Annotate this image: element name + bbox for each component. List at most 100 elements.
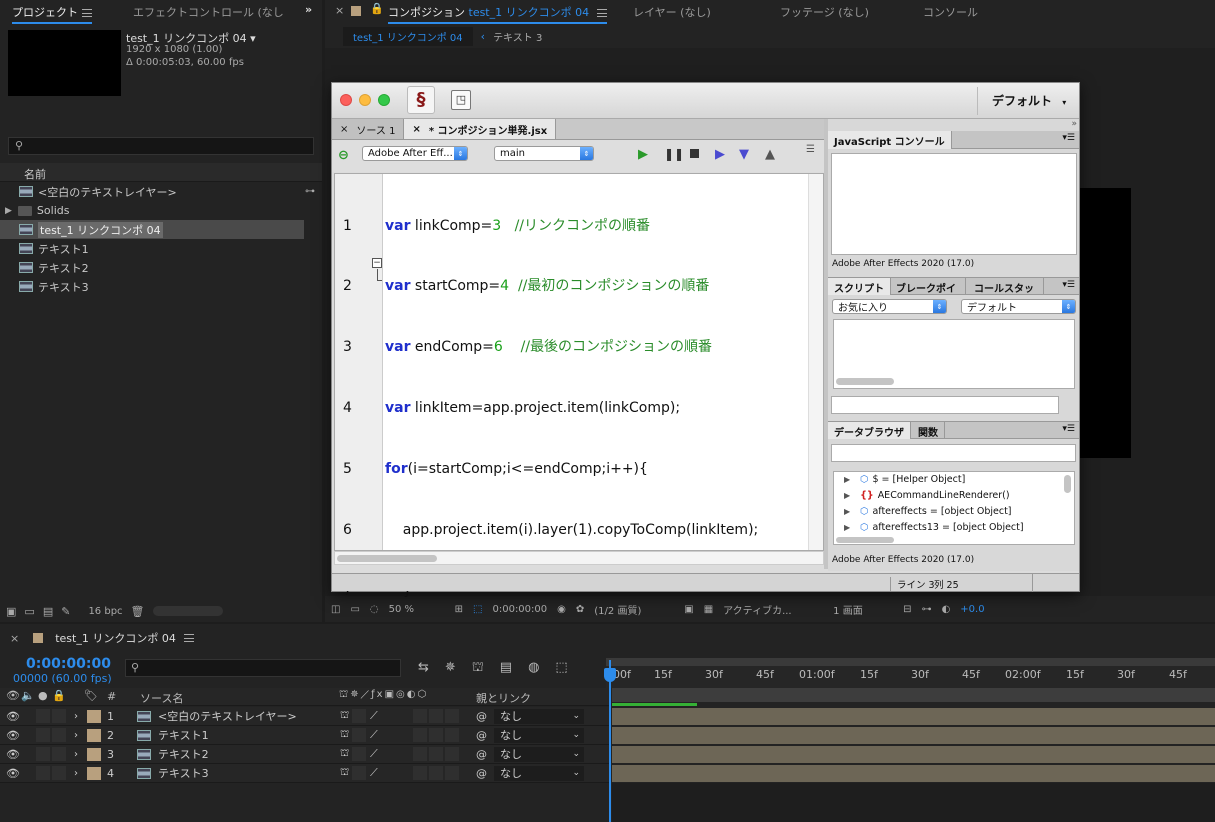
layer-name[interactable]: テキスト3	[158, 765, 209, 781]
effect-switch[interactable]	[413, 709, 427, 723]
step-out-icon[interactable]: ▲	[765, 147, 775, 162]
data-list-vscroll-thumb[interactable]	[1064, 475, 1071, 493]
tab-script[interactable]: スクリプト	[828, 278, 891, 295]
parent-select[interactable]: なし ⌄	[494, 708, 584, 724]
exposure-value[interactable]: +0.0	[960, 604, 984, 615]
stop-icon[interactable]	[690, 149, 699, 158]
playhead-handle[interactable]	[604, 668, 616, 682]
workspace-select[interactable]: デフォルト ▾	[977, 87, 1077, 115]
expand-arrow-icon[interactable]: ›	[74, 711, 78, 722]
lock-icon[interactable]: 🔒	[52, 689, 66, 702]
effect-controls-tab[interactable]: エフェクトコントロール (なし	[133, 4, 284, 20]
console-tab[interactable]: コンソール	[923, 4, 978, 20]
anchor-switch-icon[interactable]: ⛫	[340, 710, 349, 723]
project-search-input[interactable]: ⚲	[8, 137, 314, 155]
quality-switch-icon[interactable]: ⟋	[370, 709, 378, 723]
audio-switch[interactable]	[36, 709, 50, 723]
layer-row[interactable]: 👁 › 2 テキスト1 ⛫ ⟋ @ なし ⌄	[0, 726, 610, 745]
engine-select[interactable]: main ⇕	[494, 146, 594, 161]
layer-name[interactable]: <空白のテキストレイヤー>	[158, 708, 297, 724]
pickwhip-icon[interactable]: @	[476, 748, 487, 761]
script-list[interactable]	[833, 319, 1075, 389]
run-icon[interactable]: ▶	[638, 147, 648, 162]
anchor-switch-icon[interactable]: ⛫	[340, 729, 349, 742]
audio-switch[interactable]	[36, 728, 50, 742]
data-list-hscroll-thumb[interactable]	[836, 537, 894, 543]
script-search-input[interactable]	[831, 396, 1059, 414]
step-over-icon[interactable]: ▶	[715, 147, 725, 162]
expand-arrow-icon[interactable]: ›	[74, 749, 78, 760]
menu-icon[interactable]	[81, 9, 92, 17]
timecode[interactable]: 0:00:00:00	[26, 656, 111, 672]
panel-menu-icon[interactable]: ▾☰	[1062, 133, 1075, 143]
pickwhip-icon[interactable]: @	[476, 767, 487, 780]
work-area-bar[interactable]	[612, 688, 1215, 702]
anchor-switch-icon[interactable]: ⛫	[340, 767, 349, 780]
label-icon[interactable]: 🏷	[84, 689, 98, 702]
effect-switch[interactable]	[413, 728, 427, 742]
motion-blur-switch[interactable]	[445, 747, 459, 761]
collapse-switch[interactable]	[352, 709, 366, 723]
disclosure-arrow-icon[interactable]: ▶	[844, 491, 850, 500]
label-color-chip[interactable]	[87, 766, 101, 780]
quality-switch-icon[interactable]: ⟋	[370, 728, 378, 742]
audio-switch[interactable]	[36, 766, 50, 780]
project-item[interactable]: テキスト1	[0, 239, 304, 258]
effect-switch[interactable]	[413, 766, 427, 780]
menu-icon[interactable]	[596, 9, 607, 17]
tab-source[interactable]: × ソース 1	[332, 119, 405, 139]
script-default-select[interactable]: デフォルト ⇕	[961, 299, 1076, 314]
visibility-icon[interactable]: 👁	[6, 767, 20, 780]
fold-toggle-icon[interactable]: −	[372, 258, 382, 268]
layer-tab[interactable]: レイヤー (なし)	[633, 4, 711, 20]
code-editor[interactable]: 1 2 3 4 5 6 7 − var linkComp=3 //リンクコンポの…	[334, 173, 824, 599]
lock-switch[interactable]	[52, 709, 66, 723]
layer-row[interactable]: 👁 › 4 テキスト3 ⛫ ⟋ @ なし ⌄	[0, 764, 610, 783]
flowchart-icon[interactable]: ⊶	[305, 186, 315, 197]
motion-blur-switch[interactable]	[445, 709, 459, 723]
column-name-header[interactable]: 名前	[24, 166, 46, 182]
editor-vscrollbar[interactable]	[808, 174, 823, 550]
collapse-switch[interactable]	[352, 747, 366, 761]
trash-icon[interactable]: 🗑	[131, 605, 145, 618]
tab-breakpoints[interactable]: ブレークポイン	[890, 278, 966, 295]
layer-name[interactable]: テキスト2	[158, 746, 209, 762]
pause-icon[interactable]: ❚❚	[664, 147, 684, 161]
frame-blend-switch[interactable]	[429, 747, 443, 761]
data-item[interactable]: ▶ ⬡ aftereffects = [object Object]	[844, 506, 1012, 517]
data-filter-input[interactable]	[831, 444, 1076, 462]
expand-arrow-icon[interactable]: ›	[74, 730, 78, 741]
label-color-chip[interactable]	[87, 747, 101, 761]
editor-hscrollbar[interactable]	[334, 551, 824, 565]
bpc-button[interactable]: 16 bpc	[88, 606, 122, 617]
time-ruler[interactable]: 00f 15f 30f 45f 01:00f 15f 30f 45f 02:00…	[606, 666, 1215, 688]
shy-icon[interactable]: ⛫	[472, 660, 484, 677]
data-item[interactable]: ▶ ⬡ $ = [Helper Object]	[844, 474, 965, 485]
motion-blur-switch[interactable]	[445, 728, 459, 742]
visibility-icon[interactable]: 👁	[6, 748, 20, 761]
frame-blend-switch[interactable]	[429, 709, 443, 723]
anchor-switch-icon[interactable]: ⛫	[340, 748, 349, 761]
data-item[interactable]: ▶ {} AECommandLineRenderer()	[844, 490, 1010, 501]
panel-menu-icon[interactable]: ▾☰	[1062, 280, 1075, 290]
audio-switch[interactable]	[36, 747, 50, 761]
disclosure-arrow-icon[interactable]: ▶	[844, 507, 850, 516]
favorites-select[interactable]: お気に入り ⇕	[832, 299, 947, 314]
comp-flowchart-icon[interactable]: ⇆	[418, 660, 429, 677]
column-parent[interactable]: 親とリンク	[476, 690, 531, 706]
layer-row[interactable]: 👁 › 3 テキスト2 ⛫ ⟋ @ なし ⌄	[0, 745, 610, 764]
data-browser-list[interactable]: ▶ ⬡ $ = [Helper Object] ▶ {} AECommandLi…	[833, 471, 1075, 545]
exposure-icon[interactable]: ◐	[942, 604, 951, 615]
expand-panel-icon[interactable]: »	[305, 3, 312, 16]
layer-duration-bar[interactable]	[612, 765, 1215, 782]
parent-select[interactable]: なし ⌄	[494, 746, 584, 762]
project-item[interactable]: <空白のテキストレイヤー> ⊶	[0, 182, 315, 201]
snapshot-icon[interactable]: ◫	[331, 604, 340, 615]
time-navigator[interactable]	[606, 658, 1215, 666]
visibility-icon[interactable]: 👁	[6, 729, 20, 742]
tab-js-console[interactable]: JavaScript コンソール	[828, 131, 952, 149]
quality-switch-icon[interactable]: ⟋	[370, 766, 378, 780]
composition-tab[interactable]: コンポジション test_1 リンクコンポ 04	[388, 4, 607, 24]
close-icon[interactable]: ×	[340, 124, 348, 135]
graph-editor-icon[interactable]: ⬚	[555, 660, 567, 677]
